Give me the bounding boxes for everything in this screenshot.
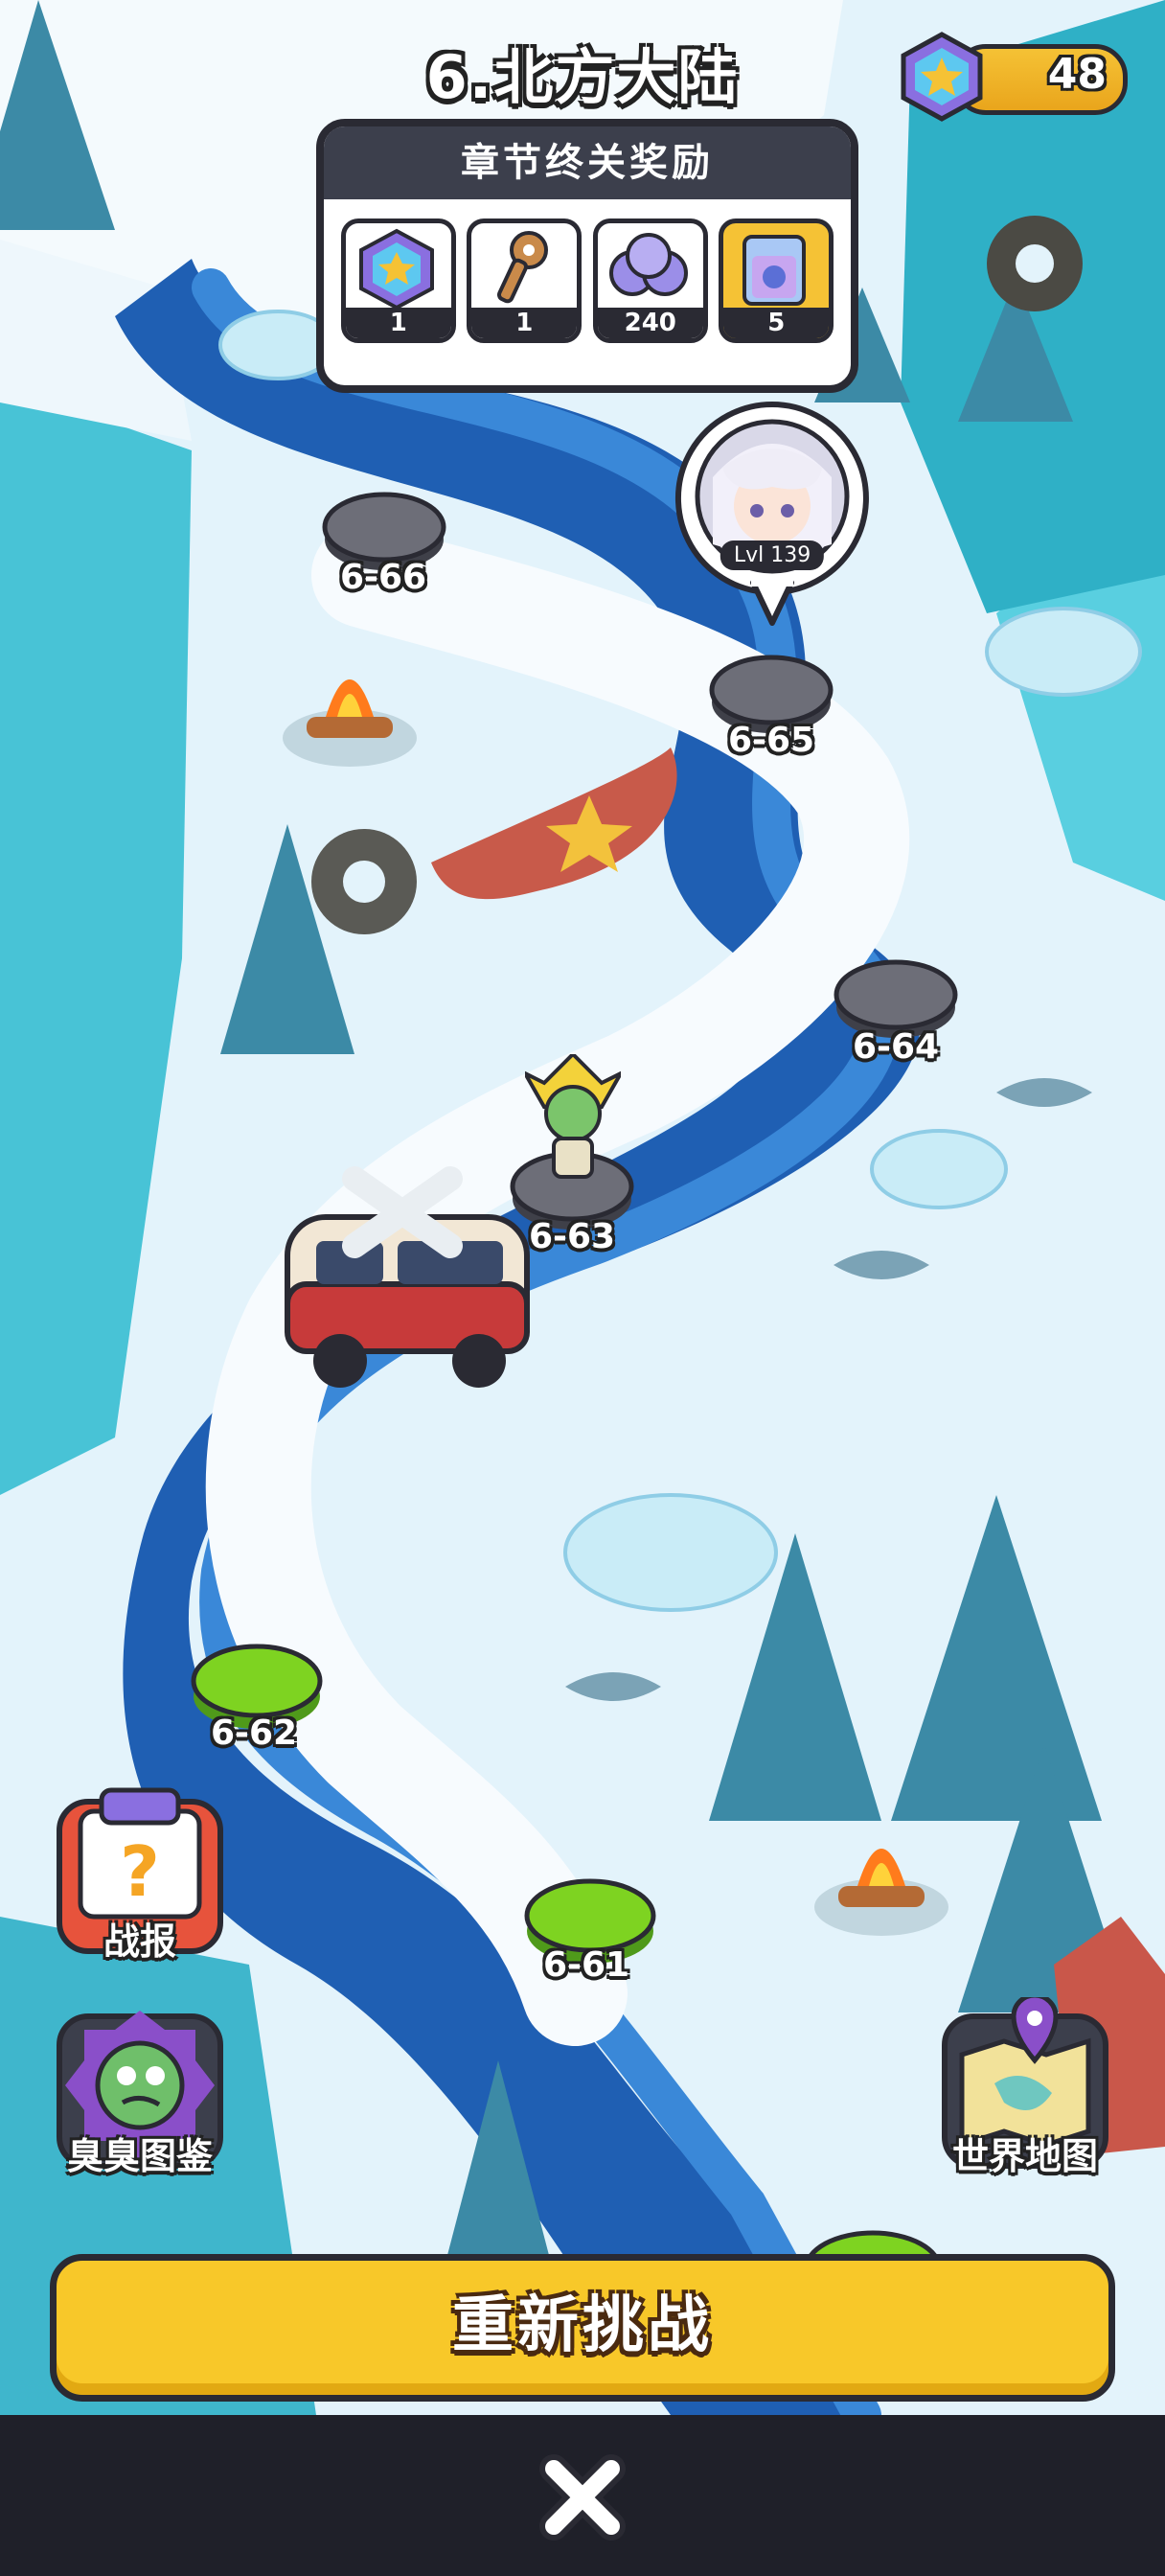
zombie-character [519, 1051, 627, 1183]
orbs-icon [608, 233, 688, 296]
reward-count: 1 [471, 308, 578, 338]
reward-item-mystery-box[interactable]: 5 [719, 218, 834, 343]
reward-count: 240 [597, 308, 703, 338]
star-gem-icon [901, 32, 983, 122]
reward-count: 1 [345, 308, 451, 338]
close-button[interactable] [535, 2450, 630, 2545]
zombie-codex-button[interactable]: 臭臭图鉴 [52, 1997, 228, 2177]
battle-report-label: 战报 [103, 1920, 176, 1963]
close-icon [539, 2454, 626, 2541]
reward-count: 5 [723, 308, 830, 338]
zombie-codex-label: 臭臭图鉴 [66, 2135, 213, 2177]
stage-label: 6-64 [852, 1027, 940, 1067]
battle-report-button[interactable]: ? 战报 [52, 1782, 228, 1963]
reward-item-orbs[interactable]: 240 [592, 218, 708, 343]
reward-item-star-gem[interactable]: 1 [340, 218, 456, 343]
stage-label: 6-63 [528, 1217, 616, 1256]
gem-counter[interactable]: 48 [896, 32, 1128, 122]
star-gem-icon [358, 228, 434, 310]
stage-label: 6-62 [210, 1714, 298, 1753]
chapter-reward-panel: 章节终关奖励 1 1 240 5 [316, 119, 858, 393]
mystery-box-icon [742, 235, 807, 306]
player-level-badge: Lvl 139 [720, 540, 825, 570]
retry-label: 重新挑战 [452, 2290, 713, 2361]
key-icon [497, 231, 549, 304]
stage-label: 6-61 [542, 1945, 630, 1985]
stage-label: 6-66 [339, 558, 427, 597]
retry-button[interactable]: 重新挑战 [50, 2254, 1115, 2402]
reward-panel-title: 章节终关奖励 [324, 126, 851, 199]
player-avatar-bubble[interactable]: Lvl 139 [674, 401, 870, 629]
svg-text:?: ? [120, 1831, 160, 1912]
reward-item-key[interactable]: 1 [467, 218, 582, 343]
avatar [674, 402, 869, 626]
stage-label: 6-65 [727, 721, 815, 760]
world-map-label: 世界地图 [951, 2135, 1098, 2177]
world-map-button[interactable]: 世界地图 [937, 1992, 1113, 2177]
